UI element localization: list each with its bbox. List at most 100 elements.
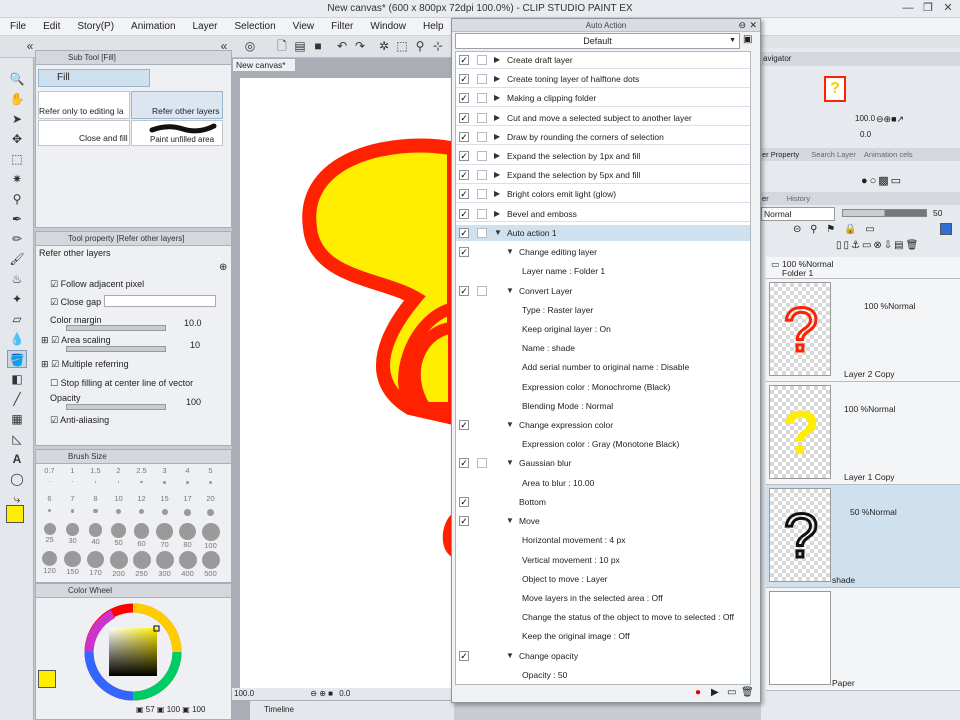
expand-icon[interactable]: ▶: [494, 206, 500, 222]
checkbox-icon[interactable]: ✓: [459, 208, 469, 219]
navigator-angle[interactable]: 0.0: [860, 130, 871, 139]
auto-action-row[interactable]: Name : shade: [456, 340, 750, 357]
layer-property-tab[interactable]: er Property: [762, 150, 799, 159]
brush-size-cell[interactable]: 500: [199, 550, 222, 578]
checkbox-icon[interactable]: ✓: [459, 112, 469, 123]
auto-action-row[interactable]: Move layers in the selected area : Off: [456, 590, 750, 607]
balloon-icon[interactable]: ◯: [7, 470, 27, 488]
layer-lock-icons[interactable]: ⊝ ⚲ ⚑ 🔒 ▭: [793, 224, 878, 235]
color-wheel[interactable]: [83, 602, 183, 702]
auto-action-row[interactable]: ✓ ▶ Create toning layer of halftone dots: [456, 71, 750, 88]
brush-size-cell[interactable]: 170: [84, 550, 107, 578]
canvas-tab[interactable]: New canvas*: [232, 58, 296, 72]
brush-size-cell[interactable]: 8: [84, 494, 107, 522]
menu-window[interactable]: Window: [370, 21, 406, 32]
select-icon[interactable]: ⊹: [430, 39, 446, 54]
opacity-slider[interactable]: [66, 404, 166, 410]
dialog-toggle-icon[interactable]: [477, 131, 487, 142]
close-gap-row[interactable]: ☑ Close gap: [50, 297, 101, 308]
dialog-toggle-icon[interactable]: [477, 55, 487, 65]
multiple-referring-row[interactable]: ⊞ ☑ Multiple referring: [41, 359, 129, 370]
dialog-toggle-icon[interactable]: [477, 170, 487, 181]
menu-view[interactable]: View: [293, 21, 315, 32]
zoom-property-icon[interactable]: ⊕: [219, 262, 227, 273]
stop-filling-row[interactable]: ☐ Stop filling at center line of vector: [50, 378, 193, 389]
frame-icon[interactable]: ▦: [7, 410, 27, 428]
expand-icon[interactable]: ▶: [494, 90, 500, 106]
layer-folder[interactable]: ▭ 100 %Normal Folder 1: [766, 257, 960, 279]
hand-tool-icon[interactable]: ✋: [7, 90, 27, 108]
auto-action-row[interactable]: ✓ ▶ Expand the selection by 1px and fill: [456, 148, 750, 165]
main-color-swatch[interactable]: [6, 505, 24, 523]
brush-size-cell[interactable]: 17: [176, 494, 199, 522]
undo-icon[interactable]: ↶: [334, 39, 350, 54]
auto-action-row[interactable]: Layer name : Folder 1: [456, 263, 750, 280]
sub-tool-refer-other[interactable]: Refer other layers: [131, 91, 223, 119]
sub-tool-refer-only[interactable]: Refer only to editing la: [38, 91, 130, 119]
checkbox-icon[interactable]: ✓: [459, 650, 469, 661]
eraser-icon[interactable]: ▱: [7, 310, 27, 328]
layer-tab[interactable]: er: [762, 194, 769, 203]
brush-size-cell[interactable]: 250: [130, 550, 153, 578]
auto-action-row[interactable]: ✓ ▼ Auto action 1: [456, 224, 750, 242]
brush-size-cell[interactable]: 30: [61, 522, 84, 550]
checkbox-icon[interactable]: ✓: [459, 285, 469, 296]
fill-tool-icon[interactable]: 🪣: [7, 350, 27, 368]
dialog-toggle-icon[interactable]: [477, 189, 487, 200]
brush-size-cell[interactable]: 5: [199, 466, 222, 494]
brush-size-cell[interactable]: 1: [61, 466, 84, 494]
close-icon[interactable]: ✕: [940, 1, 956, 17]
brush-size-cell[interactable]: 25: [38, 522, 61, 550]
expand-icon[interactable]: ▶: [494, 129, 500, 145]
menu-filter[interactable]: Filter: [331, 21, 353, 32]
brush-size-cell[interactable]: 150: [61, 550, 84, 578]
auto-action-row[interactable]: Opacity : 50: [456, 667, 750, 684]
brush-icon[interactable]: 🖌: [7, 250, 27, 268]
checkbox-icon[interactable]: ✓: [459, 496, 469, 507]
selection-tool-icon[interactable]: ⬚: [7, 150, 27, 168]
layer-row-selected[interactable]: ? 50 %Normal shade: [766, 485, 960, 588]
auto-action-row[interactable]: Type : Raster layer: [456, 302, 750, 319]
auto-action-row[interactable]: Blending Mode : Normal: [456, 398, 750, 415]
ruler-icon[interactable]: ◺: [7, 430, 27, 448]
checkbox-icon[interactable]: ✓: [459, 458, 469, 469]
brush-size-cell[interactable]: 2.5: [130, 466, 153, 494]
brush-size-cell[interactable]: 300: [153, 550, 176, 578]
eyedropper-icon[interactable]: ⚲: [7, 190, 27, 208]
save-icon[interactable]: ■: [310, 39, 326, 54]
brush-size-cell[interactable]: 200: [107, 550, 130, 578]
checkbox-icon[interactable]: ✓: [459, 131, 469, 142]
brush-size-cell[interactable]: 20: [199, 494, 222, 522]
redo-icon[interactable]: ↷: [352, 39, 368, 54]
brush-size-cell[interactable]: 80: [176, 522, 199, 550]
zoom-value[interactable]: 100.0: [234, 689, 254, 698]
fill-group-tab[interactable]: Fill: [38, 69, 150, 87]
brush-size-cell[interactable]: 12: [130, 494, 153, 522]
collapse-icon[interactable]: ▼: [506, 283, 514, 299]
brush-size-cell[interactable]: 60: [130, 522, 153, 550]
dialog-toggle-icon[interactable]: [477, 285, 487, 296]
collapse-icon[interactable]: ▼: [506, 648, 514, 664]
area-scaling-slider[interactable]: [66, 346, 166, 352]
panel-close-icon[interactable]: ✕: [749, 20, 757, 31]
menu-file[interactable]: File: [10, 21, 26, 32]
angle-value[interactable]: 0.0: [339, 689, 350, 698]
auto-action-row[interactable]: Horizontal movement : 4 px: [456, 532, 750, 549]
auto-action-row[interactable]: Keep original layer : On: [456, 321, 750, 338]
checkbox-icon[interactable]: ✓: [459, 170, 469, 181]
auto-action-row[interactable]: Expression color : Gray (Monotone Black): [456, 436, 750, 453]
auto-action-row[interactable]: Expression color : Monochrome (Black): [456, 379, 750, 396]
anti-aliasing-row[interactable]: ☑ Anti-aliasing: [50, 415, 109, 426]
brush-size-cell[interactable]: 15: [153, 494, 176, 522]
brush-size-cell[interactable]: 2: [107, 466, 130, 494]
auto-action-row[interactable]: Vertical movement : 10 px: [456, 552, 750, 569]
auto-action-row[interactable]: ✓ ▼ Gaussian blur: [456, 455, 750, 472]
collapse-icon[interactable]: ▼: [506, 417, 514, 433]
minimize-icon[interactable]: —: [900, 1, 916, 17]
new-action-icon[interactable]: ▭: [727, 687, 736, 698]
auto-action-row[interactable]: ✓ ▶ Making a clipping folder: [456, 90, 750, 107]
auto-select-icon[interactable]: ✷: [7, 170, 27, 188]
auto-action-row[interactable]: Object to move : Layer: [456, 571, 750, 588]
auto-action-row[interactable]: ✓ ▼ Change editing layer: [456, 244, 750, 261]
menu-selection[interactable]: Selection: [235, 21, 276, 32]
